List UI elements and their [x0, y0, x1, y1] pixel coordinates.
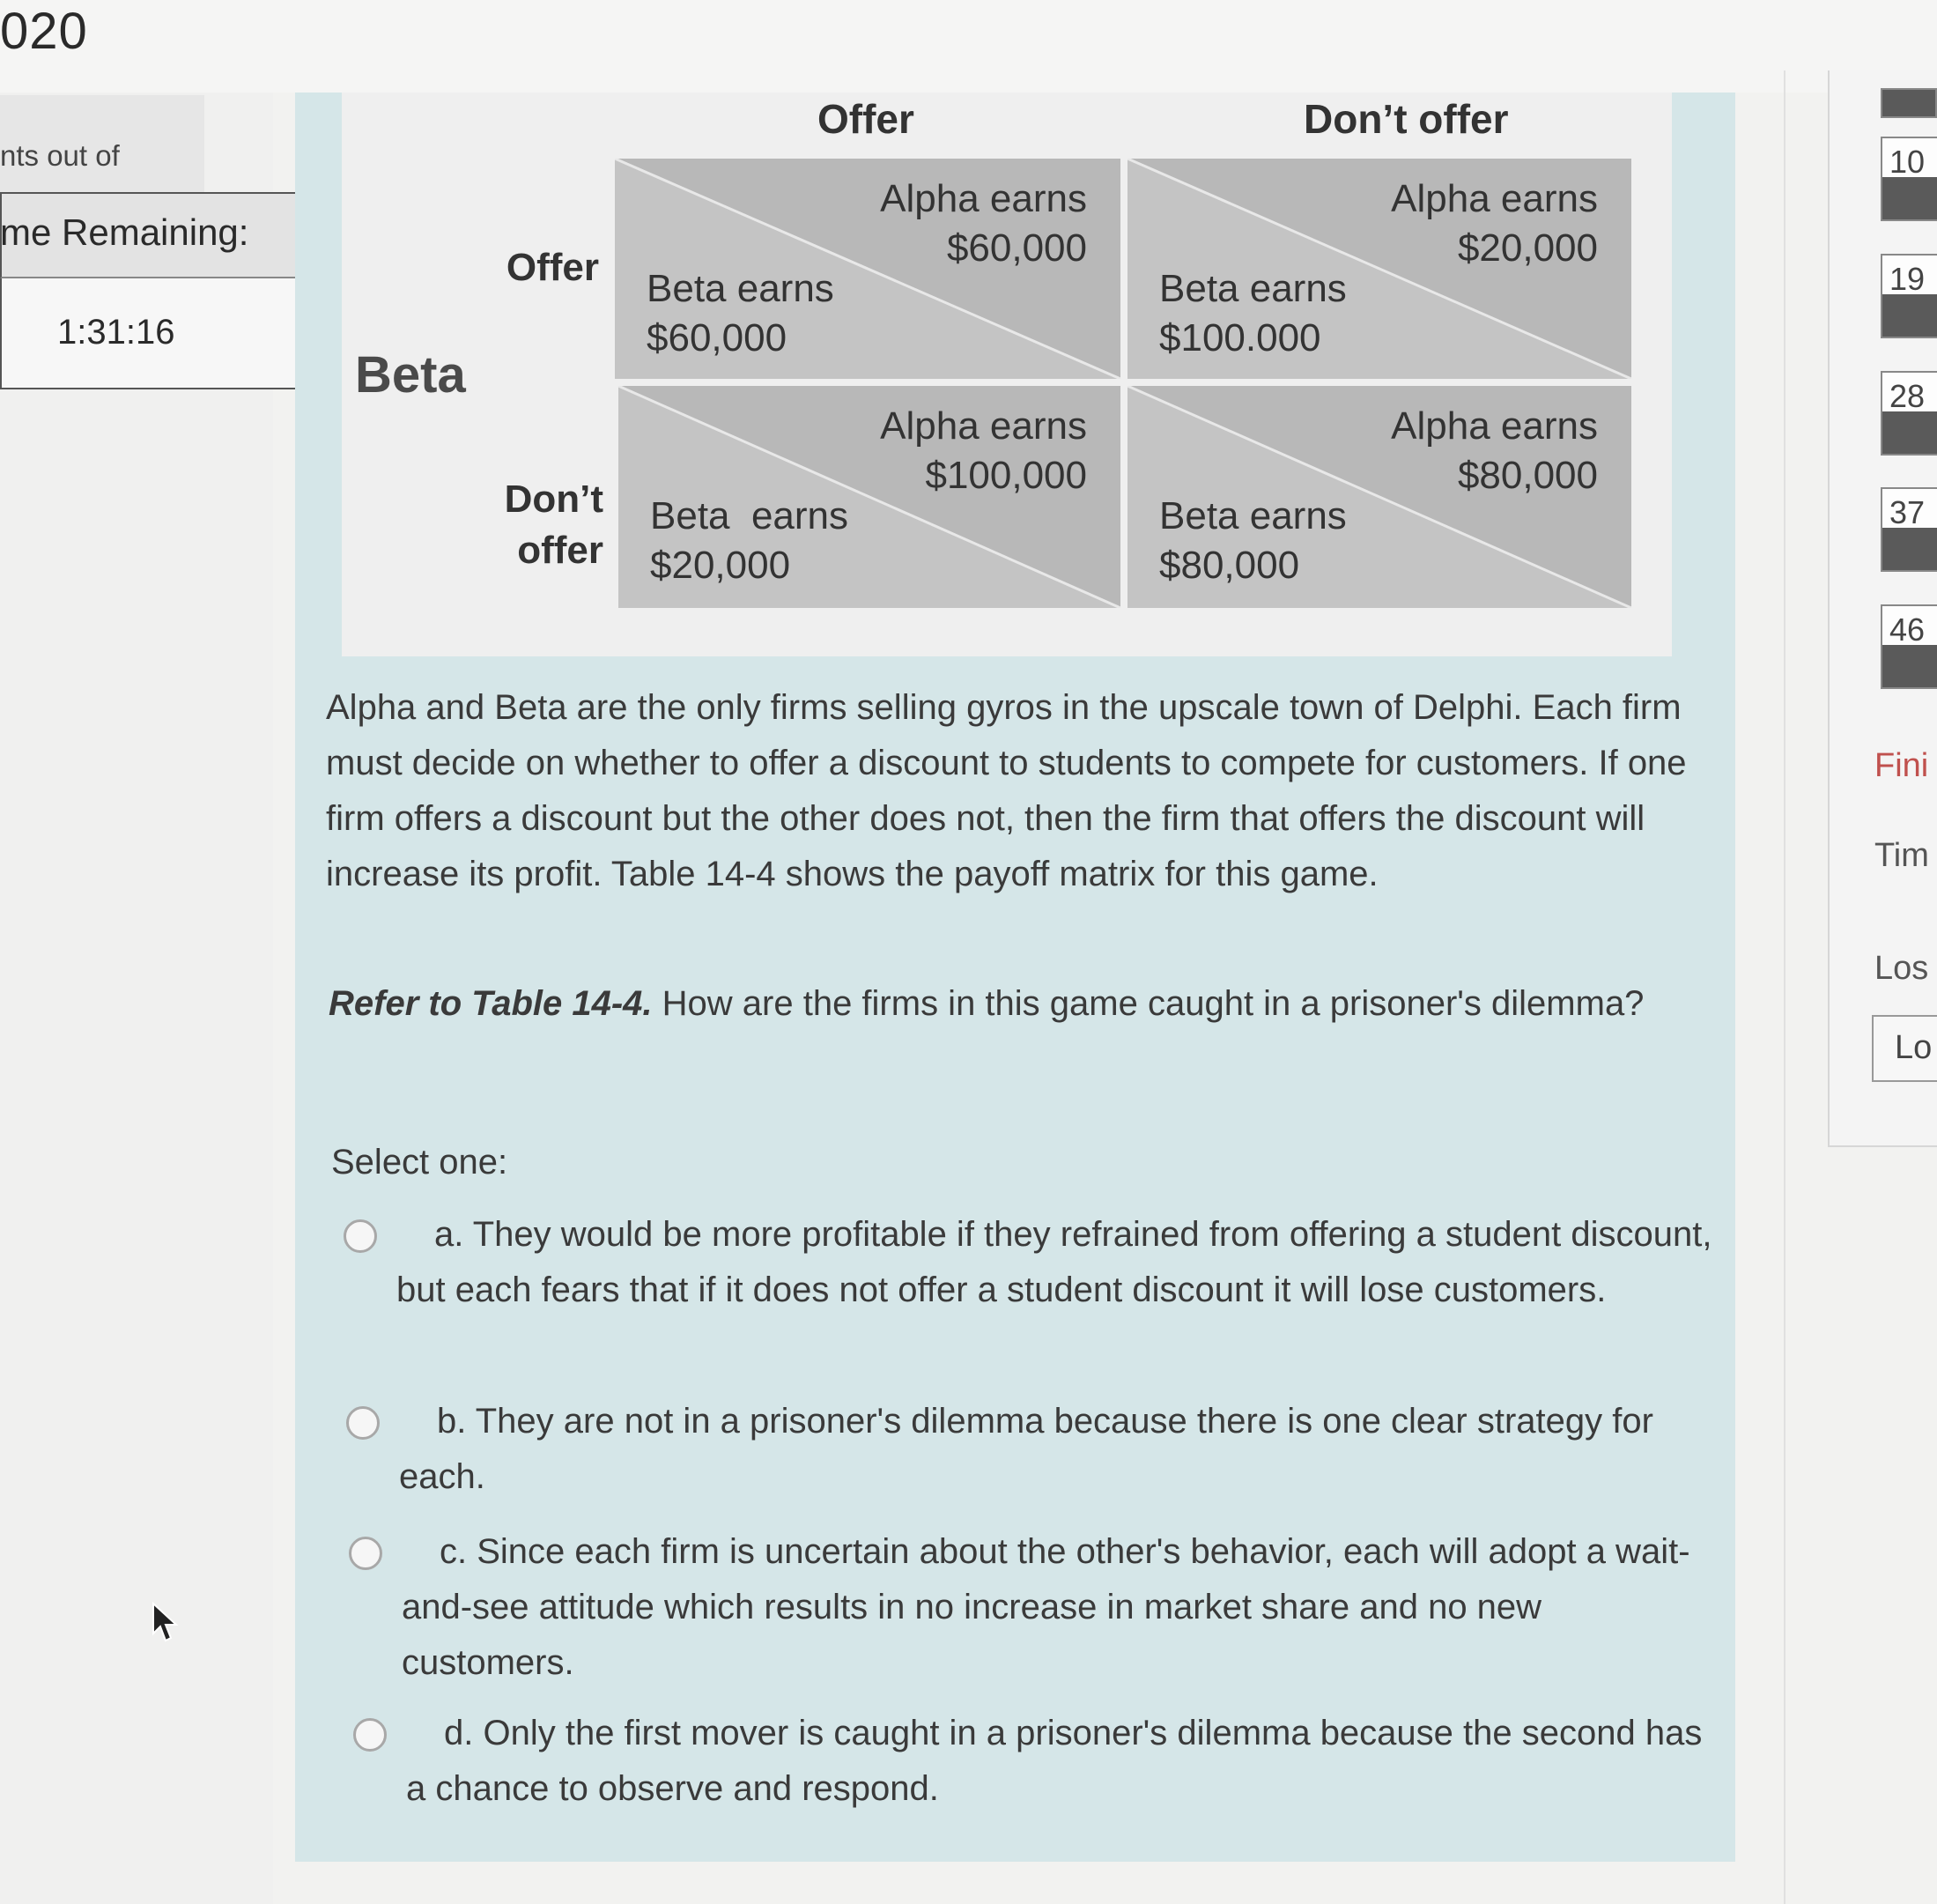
beta-payoff: Beta earns $60,000: [647, 264, 834, 363]
beta-label: Beta earns: [1159, 267, 1347, 310]
beta-label: Beta earns: [647, 267, 834, 310]
row-header-offer: Offer: [506, 246, 599, 289]
column-header-offer: Offer: [817, 96, 914, 142]
lost-text: Los: [1874, 950, 1929, 987]
mouse-pointer-icon: [152, 1601, 181, 1648]
alpha-label: Alpha earns: [880, 404, 1087, 448]
option-a-text: a. They would be more profitable if they…: [396, 1215, 1712, 1309]
question-number: 28: [1889, 378, 1926, 414]
row-header-dont-offer: Don’t offer: [504, 478, 603, 572]
answered-indicator: [1882, 528, 1937, 570]
payoff-cell-offer-offer: Alpha earns $60,000 Beta earns $60,000: [615, 159, 1120, 379]
option-c-text: c. Since each firm is uncertain about th…: [402, 1532, 1690, 1682]
question-text: How are the firms in this game caught in…: [652, 984, 1645, 1023]
column-header-dont-offer: Don’t offer: [1304, 96, 1509, 142]
question-number: 10: [1889, 144, 1926, 180]
page-year-fragment: 020: [0, 3, 88, 60]
answered-indicator: [1882, 411, 1937, 454]
finish-attempt-link[interactable]: Fini: [1874, 747, 1928, 785]
quiz-nav-button[interactable]: 37: [1881, 487, 1937, 572]
points-text: nts out of: [0, 139, 120, 172]
radio-button-b[interactable]: [346, 1406, 380, 1440]
alpha-payoff: Alpha earns $80,000: [1391, 402, 1598, 500]
divider: [1784, 70, 1785, 1904]
time-link[interactable]: Tim: [1874, 837, 1929, 875]
alpha-label: Alpha earns: [1391, 177, 1598, 220]
quiz-nav-button[interactable]: 10: [1881, 137, 1937, 221]
answered-indicator: [1882, 645, 1937, 687]
alpha-payoff: Alpha earns $20,000: [1391, 174, 1598, 273]
alpha-payoff: Alpha earns $100,000: [880, 402, 1087, 500]
time-remaining-value: 1:31:16: [57, 313, 175, 352]
alpha-value: $20,000: [1457, 226, 1598, 270]
radio-button-a[interactable]: [344, 1219, 377, 1253]
alpha-label: Alpha earns: [1391, 404, 1598, 448]
beta-label: Beta earns: [650, 494, 849, 537]
alpha-value: $80,000: [1457, 454, 1598, 497]
answered-indicator: [1882, 294, 1937, 337]
radio-button-d[interactable]: [353, 1718, 387, 1752]
question-number: 19: [1889, 261, 1926, 297]
beta-value: $60,000: [647, 316, 787, 359]
time-remaining-label: me Remaining:: [0, 211, 249, 253]
beta-value: $100.000: [1159, 316, 1321, 359]
alpha-label: Alpha earns: [880, 177, 1087, 220]
question-number: 37: [1889, 494, 1926, 530]
question-number: 46: [1889, 611, 1926, 648]
table-reference: Refer to Table 14-4.: [329, 984, 653, 1023]
quiz-nav-button[interactable]: 19: [1881, 254, 1937, 338]
radio-button-c[interactable]: [349, 1537, 382, 1570]
payoff-cell-dontoffer-offer: Alpha earns $100,000 Beta earns $20,000: [618, 386, 1120, 608]
beta-payoff: Beta earns $100.000: [1159, 264, 1347, 363]
row-player-label: Beta: [355, 346, 466, 404]
answered-indicator: [1882, 177, 1937, 219]
select-one-label: Select one:: [331, 1143, 508, 1182]
beta-payoff: Beta earns $20,000: [650, 492, 848, 590]
beta-payoff: Beta earns $80,000: [1159, 492, 1347, 590]
quiz-nav-button[interactable]: 46: [1881, 604, 1937, 689]
lo-button-label: Lo: [1895, 1029, 1933, 1066]
lo-button[interactable]: Lo: [1872, 1015, 1937, 1082]
beta-value: $80,000: [1159, 544, 1300, 587]
option-d-text: d. Only the first mover is caught in a p…: [406, 1714, 1703, 1808]
alpha-value: $60,000: [946, 226, 1087, 270]
question-prompt: Refer to Table 14-4. How are the firms i…: [329, 974, 1685, 1033]
quiz-nav-button-partial[interactable]: [1881, 88, 1937, 118]
question-scenario: Alpha and Beta are the only firms sellin…: [326, 688, 1687, 893]
top-bar: [0, 0, 1937, 93]
quiz-nav-button[interactable]: 28: [1881, 371, 1937, 456]
beta-label: Beta earns: [1159, 494, 1347, 537]
beta-value: $20,000: [650, 544, 791, 587]
alpha-payoff: Alpha earns $60,000: [880, 174, 1087, 273]
payoff-cell-dontoffer-dontoffer: Alpha earns $80,000 Beta earns $80,000: [1127, 386, 1631, 608]
option-b-text: b. They are not in a prisoner's dilemma …: [399, 1402, 1653, 1496]
alpha-value: $100,000: [925, 454, 1087, 497]
payoff-cell-offer-dontoffer: Alpha earns $20,000 Beta earns $100.000: [1127, 159, 1631, 379]
